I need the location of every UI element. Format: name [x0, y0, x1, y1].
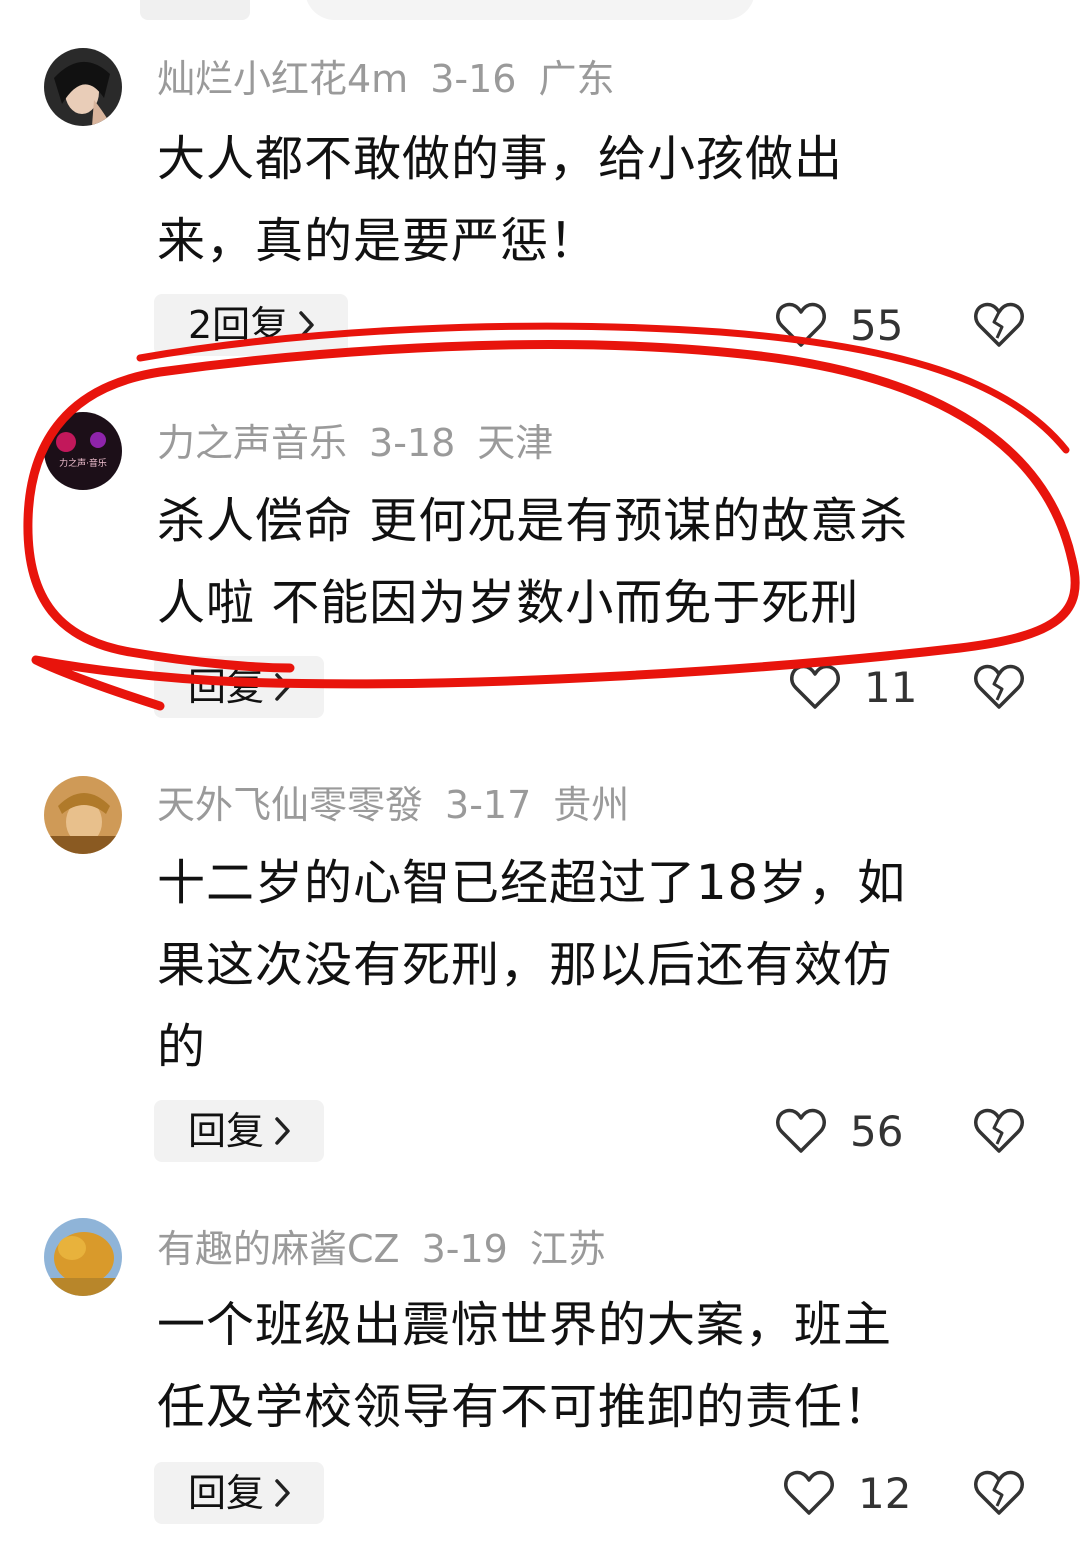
- username[interactable]: 天外飞仙零零發: [157, 783, 423, 827]
- reply-button[interactable]: 回复: [154, 1100, 325, 1162]
- comment-text-line: 大人都不敢做的事，给小孩做出: [157, 131, 844, 187]
- heart-outline-icon: [784, 1470, 834, 1515]
- avatar[interactable]: [44, 776, 122, 854]
- comment-meta: 有趣的麻酱CZ 3-19 江苏: [157, 1226, 628, 1272]
- like-count: 55: [850, 300, 904, 350]
- comment-text-line: 杀人偿命 更何况是有预谋的故意杀: [157, 493, 909, 549]
- comment-text: 大人都不敢做的事，给小孩做出 来，真的是要严惩！: [157, 118, 1037, 282]
- chevron-right-icon: [299, 311, 314, 339]
- comment-text-line: 人啦 不能因为岁数小而免于死刑: [157, 575, 860, 631]
- reply-label: 回复: [188, 1471, 265, 1515]
- broken-heart-icon: [974, 302, 1024, 347]
- comment-meta: 力之声音乐 3-18 天津: [157, 420, 575, 466]
- comment-date: 3-18: [369, 421, 456, 465]
- reply-label: 回复: [188, 1109, 265, 1153]
- comment-location: 广东: [538, 57, 615, 101]
- heart-outline-icon: [790, 664, 840, 709]
- top-partial-chip: [140, 0, 250, 20]
- comment-text-line: 十二岁的心智已经超过了18岁，如: [157, 855, 907, 911]
- top-partial-input[interactable]: [305, 0, 755, 20]
- comment-meta: 天外飞仙零零發 3-17 贵州: [157, 782, 651, 828]
- dislike-button[interactable]: [972, 662, 1026, 716]
- avatar[interactable]: [44, 1218, 122, 1296]
- heart-outline-icon: [776, 302, 826, 347]
- like-count: 12: [858, 1468, 912, 1518]
- comment-location: 天津: [477, 421, 554, 465]
- reply-label: 回复: [188, 665, 265, 709]
- chevron-right-icon: [275, 1117, 290, 1145]
- comment-date: 3-16: [430, 57, 517, 101]
- like-button[interactable]: 11: [788, 662, 917, 712]
- broken-heart-icon: [974, 1470, 1024, 1515]
- avatar[interactable]: [44, 48, 122, 126]
- reply-button[interactable]: 回复: [154, 656, 325, 718]
- comment-text-line: 任及学校领导有不可推卸的责任！: [157, 1379, 893, 1435]
- dislike-button[interactable]: [972, 1106, 1026, 1160]
- like-button[interactable]: 56: [774, 1106, 903, 1156]
- chevron-right-icon: [275, 673, 290, 701]
- like-button[interactable]: 55: [774, 300, 903, 350]
- reply-button[interactable]: 2回复: [154, 294, 349, 356]
- like-button[interactable]: 12: [782, 1468, 911, 1518]
- reply-label: 2回复: [188, 303, 289, 347]
- broken-heart-icon: [974, 1108, 1024, 1153]
- chevron-right-icon: [275, 1479, 290, 1507]
- like-count: 11: [864, 662, 918, 712]
- reply-button[interactable]: 回复: [154, 1462, 325, 1524]
- username[interactable]: 力之声音乐: [157, 421, 347, 465]
- comment-text: 十二岁的心智已经超过了18岁，如 果这次没有死刑，那以后还有效仿 的: [157, 842, 1037, 1088]
- comment-text: 一个班级出震惊世界的大案，班主 任及学校领导有不可推卸的责任！: [157, 1284, 1037, 1448]
- like-count: 56: [850, 1106, 904, 1156]
- comment-location: 江苏: [529, 1227, 606, 1271]
- dislike-button[interactable]: [972, 300, 1026, 354]
- username[interactable]: 灿烂小红花4m: [157, 57, 408, 101]
- comment-text-line: 一个班级出震惊世界的大案，班主: [157, 1297, 893, 1353]
- heart-outline-icon: [776, 1108, 826, 1153]
- comment-text-line: 果这次没有死刑，那以后还有效仿: [157, 937, 893, 993]
- avatar[interactable]: 力之声·音乐: [44, 412, 122, 490]
- comment-location: 贵州: [553, 783, 630, 827]
- comment-text: 杀人偿命 更何况是有预谋的故意杀 人啦 不能因为岁数小而免于死刑: [157, 480, 1037, 644]
- username[interactable]: 有趣的麻酱CZ: [157, 1227, 400, 1271]
- comment-text-line: 来，真的是要严惩！: [157, 213, 599, 269]
- avatar-logo-text: 力之声·音乐: [59, 457, 107, 469]
- comment-date: 3-19: [421, 1227, 508, 1271]
- dislike-button[interactable]: [972, 1468, 1026, 1522]
- comment-text-line: 的: [157, 1019, 207, 1075]
- broken-heart-icon: [974, 664, 1024, 709]
- comment-meta: 灿烂小红花4m 3-16 广东: [157, 56, 636, 102]
- comment-date: 3-17: [445, 783, 532, 827]
